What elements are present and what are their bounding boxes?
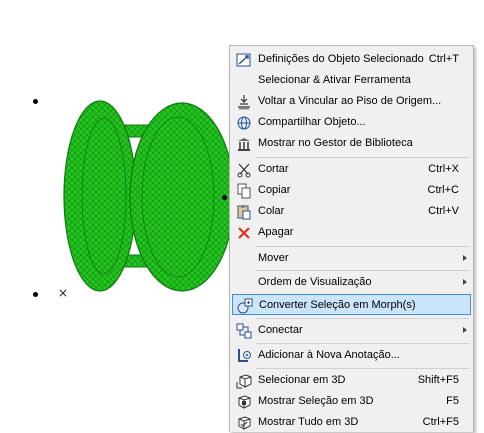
menu-item-show-all-3d[interactable]: Mostrar Tudo em 3D Ctrl+F5: [232, 412, 471, 433]
cube-all-icon: [238, 416, 251, 430]
library-icon: [238, 138, 250, 151]
menu-separator: [256, 246, 469, 247]
menu-item-label: Selecionar & Ativar Ferramenta: [258, 74, 411, 86]
submenu-arrow-icon: [463, 327, 467, 333]
object-settings-icon: [236, 53, 251, 67]
menu-separator: [256, 343, 469, 344]
menu-item-label: Selecionar em 3D: [258, 374, 346, 386]
submenu-arrow-icon: [463, 255, 467, 261]
selection-handle[interactable]: [33, 292, 38, 297]
menu-item-select-3d[interactable]: Selecionar em 3D Shift+F5: [232, 370, 471, 391]
selection-handle[interactable]: [222, 195, 227, 200]
menu-item-share-object[interactable]: Compartilhar Objeto...: [232, 112, 471, 133]
menu-shortcut: Ctrl+F5: [422, 416, 459, 428]
menu-item-display-order[interactable]: Ordem de Visualização: [232, 272, 471, 293]
delete-x-icon: [238, 227, 250, 239]
menu-shortcut: Ctrl+C: [427, 184, 459, 196]
origin-cross-icon: ×: [58, 286, 69, 300]
scissors-icon: [237, 163, 251, 178]
menu-item-label: Copiar: [258, 184, 291, 196]
menu-shortcut: Ctrl+X: [428, 163, 459, 175]
paste-icon: [237, 205, 251, 220]
menu-item-cut[interactable]: Cortar Ctrl+X: [232, 159, 471, 180]
menu-item-move[interactable]: Mover: [232, 248, 471, 269]
cube-select-icon: [236, 374, 252, 389]
menu-item-label: Mostrar no Gestor de Biblioteca: [258, 137, 413, 149]
menu-item-connect[interactable]: Conectar: [232, 320, 471, 341]
menu-item-label: Voltar a Vincular ao Piso de Origem...: [258, 95, 442, 107]
annotation-icon: [238, 349, 251, 362]
context-menu: Definições do Objeto Selecionado Ctrl+T …: [229, 45, 474, 432]
menu-item-relink-floor[interactable]: Voltar a Vincular ao Piso de Origem...: [232, 91, 471, 112]
menu-item-add-annotation[interactable]: Adicionar à Nova Anotação...: [232, 345, 471, 366]
menu-item-label: Colar: [258, 205, 285, 217]
menu-separator: [256, 318, 469, 319]
menu-item-label: Definições do Objeto Selecionado: [258, 53, 424, 65]
relink-floor-icon: [238, 95, 250, 110]
menu-item-select-activate[interactable]: Selecionar & Ativar Ferramenta: [232, 70, 471, 91]
menu-item-object-settings[interactable]: Definições do Objeto Selecionado Ctrl+T: [232, 49, 471, 70]
menu-separator: [256, 157, 469, 158]
menu-item-label: Apagar: [258, 226, 294, 238]
menu-shortcut: F5: [446, 395, 459, 407]
copy-icon: [237, 183, 251, 199]
menu-item-label: Compartilhar Objeto...: [258, 116, 366, 128]
menu-item-label: Converter Seleção em Morph(s): [259, 299, 416, 311]
menu-item-convert-morph[interactable]: Converter Seleção em Morph(s): [232, 294, 471, 315]
menu-item-delete[interactable]: Apagar: [232, 222, 471, 243]
menu-item-label: Adicionar à Nova Anotação...: [258, 349, 400, 361]
menu-item-show-selection-3d[interactable]: Mostrar Seleção em 3D F5: [232, 391, 471, 412]
menu-item-label: Cortar: [258, 163, 289, 175]
submenu-arrow-icon: [463, 279, 467, 285]
morph-convert-icon: [237, 298, 253, 314]
menu-separator: [256, 270, 469, 271]
connect-icon: [236, 323, 252, 339]
menu-item-label: Mostrar Seleção em 3D: [258, 395, 374, 407]
cube-show-icon: [238, 395, 251, 409]
menu-item-label: Mostrar Tudo em 3D: [258, 416, 359, 428]
menu-item-copy[interactable]: Copiar Ctrl+C: [232, 180, 471, 201]
menu-item-label: Conectar: [258, 324, 303, 336]
menu-item-paste[interactable]: Colar Ctrl+V: [232, 201, 471, 222]
menu-item-label: Mover: [258, 252, 289, 264]
menu-shortcut: Ctrl+V: [428, 205, 459, 217]
menu-item-label: Ordem de Visualização: [258, 276, 372, 288]
menu-shortcut: Shift+F5: [417, 374, 459, 386]
selection-handle[interactable]: [33, 99, 38, 104]
menu-item-show-library[interactable]: Mostrar no Gestor de Biblioteca: [232, 133, 471, 154]
menu-shortcut: Ctrl+T: [428, 53, 459, 65]
globe-icon: [237, 116, 251, 130]
menu-separator: [256, 368, 469, 369]
